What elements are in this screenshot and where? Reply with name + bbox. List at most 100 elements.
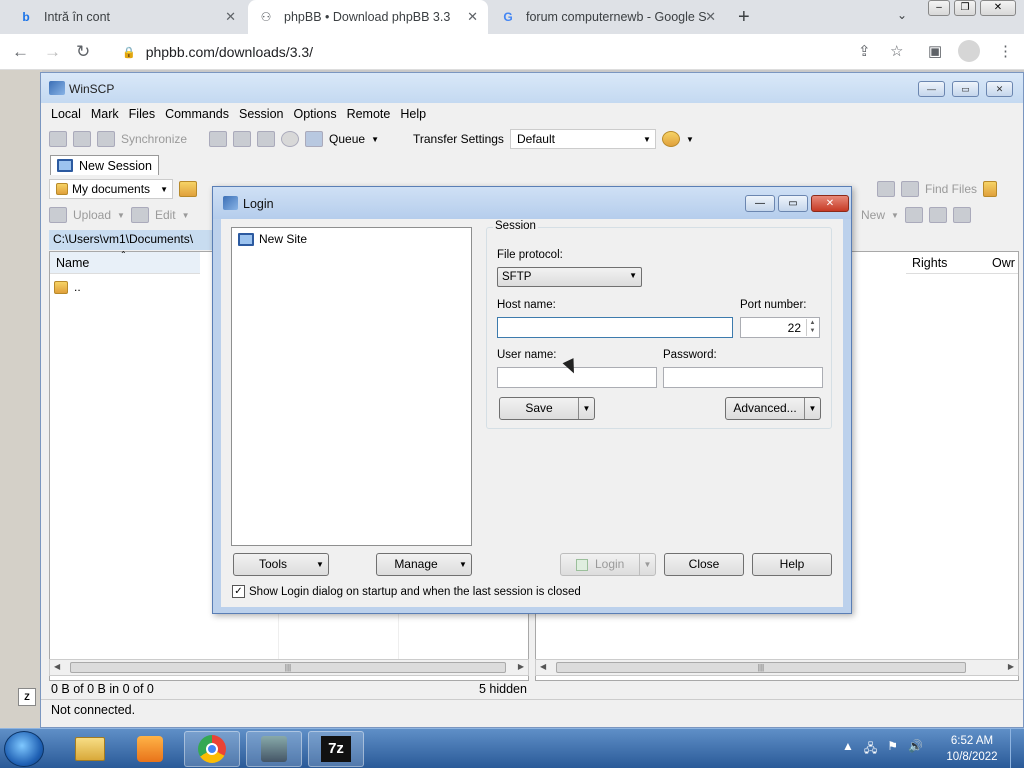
compare-icon[interactable]	[49, 131, 67, 147]
chevron-down-icon[interactable]: ▼	[891, 211, 899, 220]
queue-button[interactable]: Queue	[329, 132, 365, 146]
desktop-7zip-icon[interactable]: Z	[18, 688, 36, 706]
refresh-icon[interactable]	[877, 181, 895, 197]
close-tab-icon[interactable]: ✕	[467, 9, 478, 25]
chevron-down-icon[interactable]: ▼	[182, 211, 190, 220]
local-horizontal-scrollbar[interactable]: ◀ ||| ▶	[49, 659, 529, 676]
browser-tab-1[interactable]: b Intră în cont ✕	[8, 0, 246, 34]
filter-icon[interactable]	[952, 207, 971, 223]
menu-commands[interactable]: Commands	[165, 105, 229, 125]
synchronize-button[interactable]: Synchronize	[121, 132, 187, 146]
site-item-new-site[interactable]: New Site	[236, 231, 309, 247]
volume-icon[interactable]: 🔊	[908, 739, 923, 760]
preferences-gear-icon[interactable]	[281, 131, 300, 147]
scroll-left-icon[interactable]: ◀	[540, 662, 546, 671]
advanced-button[interactable]: Advanced... ▼	[725, 397, 821, 420]
menu-session[interactable]: Session	[239, 105, 283, 125]
help-button[interactable]: Help	[752, 553, 832, 576]
chevron-down-icon[interactable]: ▼	[639, 554, 655, 575]
scroll-right-icon[interactable]: ▶	[518, 662, 524, 671]
find-files-icon[interactable]	[901, 181, 919, 197]
maximize-icon[interactable]: ▭	[778, 195, 808, 212]
side-panel-icon[interactable]: ▣	[928, 42, 942, 60]
scrollbar-thumb[interactable]: |||	[70, 662, 506, 673]
port-number-field[interactable]: 22 ▲ ▼	[740, 317, 820, 338]
column-header-owner[interactable]: Owr	[986, 252, 1018, 274]
chevron-down-icon[interactable]: ▼	[117, 211, 125, 220]
manage-button[interactable]: Manage ▼	[376, 553, 472, 576]
close-icon[interactable]: ✕	[811, 195, 849, 212]
host-name-field[interactable]	[497, 317, 733, 338]
scroll-right-icon[interactable]: ▶	[1008, 662, 1014, 671]
taskbar-explorer[interactable]	[62, 731, 118, 767]
chevron-down-icon[interactable]: ▼	[686, 135, 694, 144]
url-field[interactable]: 🔒 phpbb.com/downloads/3.3/	[108, 38, 920, 66]
scrollbar-thumb[interactable]: |||	[556, 662, 966, 673]
chevron-down-icon[interactable]: ▼	[804, 398, 820, 419]
putty-icon[interactable]	[233, 131, 252, 147]
network-icon[interactable]: 🖧	[864, 739, 877, 760]
profile-avatar[interactable]	[958, 40, 980, 62]
tools-button[interactable]: Tools ▼	[233, 553, 329, 576]
column-header-name[interactable]: Name ⌃	[50, 250, 200, 274]
menu-files[interactable]: Files	[129, 105, 155, 125]
sync-browse-icon[interactable]	[73, 131, 91, 147]
taskbar-media-player[interactable]	[122, 731, 178, 767]
close-tab-icon[interactable]: ✕	[225, 9, 236, 25]
forward-icon[interactable]: →	[44, 42, 61, 62]
close-icon[interactable]: ✕	[986, 81, 1013, 97]
close-tab-icon[interactable]: ✕	[705, 9, 716, 25]
edit-button[interactable]: Edit	[155, 208, 176, 222]
close-button[interactable]: Close	[664, 553, 744, 576]
list-item[interactable]: ..	[54, 280, 81, 294]
minimize-icon[interactable]: —	[745, 195, 775, 212]
taskbar-7zip[interactable]: 7z	[308, 731, 364, 767]
show-desktop-button[interactable]	[1010, 729, 1024, 768]
tab-new-session[interactable]: New Session	[50, 155, 159, 175]
new-tab-icon[interactable]: +	[738, 6, 750, 29]
clock[interactable]: 6:52 AM 10/8/2022	[946, 733, 998, 765]
save-button[interactable]: Save ▼	[499, 397, 595, 420]
start-button[interactable]	[4, 731, 44, 767]
queue-icon[interactable]	[305, 131, 324, 147]
password-field[interactable]	[663, 367, 823, 388]
menu-help[interactable]: Help	[400, 105, 426, 125]
transfer-icon[interactable]	[257, 131, 276, 147]
menu-remote[interactable]: Remote	[347, 105, 391, 125]
action-center-icon[interactable]: ⚑	[887, 739, 898, 760]
plus-icon[interactable]	[904, 207, 923, 223]
tab-search-icon[interactable]: ⌄	[897, 8, 907, 22]
new-button[interactable]: New	[861, 208, 885, 222]
restore-icon[interactable]: ❐	[954, 0, 976, 16]
bookmark-star-icon[interactable]: ☆	[890, 42, 903, 60]
remote-horizontal-scrollbar[interactable]: ◀ ||| ▶	[535, 659, 1019, 676]
minimize-icon[interactable]: —	[918, 81, 945, 97]
menu-dots-icon[interactable]: ⋮	[998, 42, 1013, 60]
browser-tab-3[interactable]: G forum computernewb - Google S ✕	[490, 0, 726, 34]
close-window-icon[interactable]: ✕	[980, 0, 1016, 16]
edit-icon[interactable]	[130, 207, 149, 223]
minimize-icon[interactable]: –	[928, 0, 950, 16]
menu-local[interactable]: Local	[51, 105, 81, 125]
maximize-icon[interactable]: ▭	[952, 81, 979, 97]
console-icon[interactable]	[209, 131, 228, 147]
open-folder-icon[interactable]	[179, 181, 197, 197]
checkbox-checked-icon[interactable]: ✓	[232, 585, 245, 598]
site-tree[interactable]: New Site	[231, 227, 472, 546]
scroll-left-icon[interactable]: ◀	[54, 662, 60, 671]
upload-button[interactable]: Upload	[73, 208, 111, 222]
transfer-settings-select[interactable]: Default ▼	[509, 129, 656, 149]
globe-icon[interactable]	[661, 131, 680, 147]
tree-icon[interactable]	[983, 181, 998, 197]
find-files-button[interactable]: Find Files	[925, 182, 977, 196]
menu-mark[interactable]: Mark	[91, 105, 119, 125]
upload-icon[interactable]	[49, 207, 67, 223]
chevron-down-icon[interactable]: ▼	[371, 135, 379, 144]
column-header-rights[interactable]: Rights	[906, 252, 986, 274]
back-icon[interactable]: ←	[12, 42, 29, 62]
browser-tab-2[interactable]: ⚇ phpBB • Download phpBB 3.3 ✕	[248, 0, 488, 34]
local-location-select[interactable]: My documents ▼	[49, 179, 173, 199]
show-hidden-icons-icon[interactable]: ▲	[842, 739, 854, 760]
file-protocol-select[interactable]: SFTP ▼	[497, 267, 642, 287]
share-icon[interactable]: ⇪	[858, 42, 871, 60]
